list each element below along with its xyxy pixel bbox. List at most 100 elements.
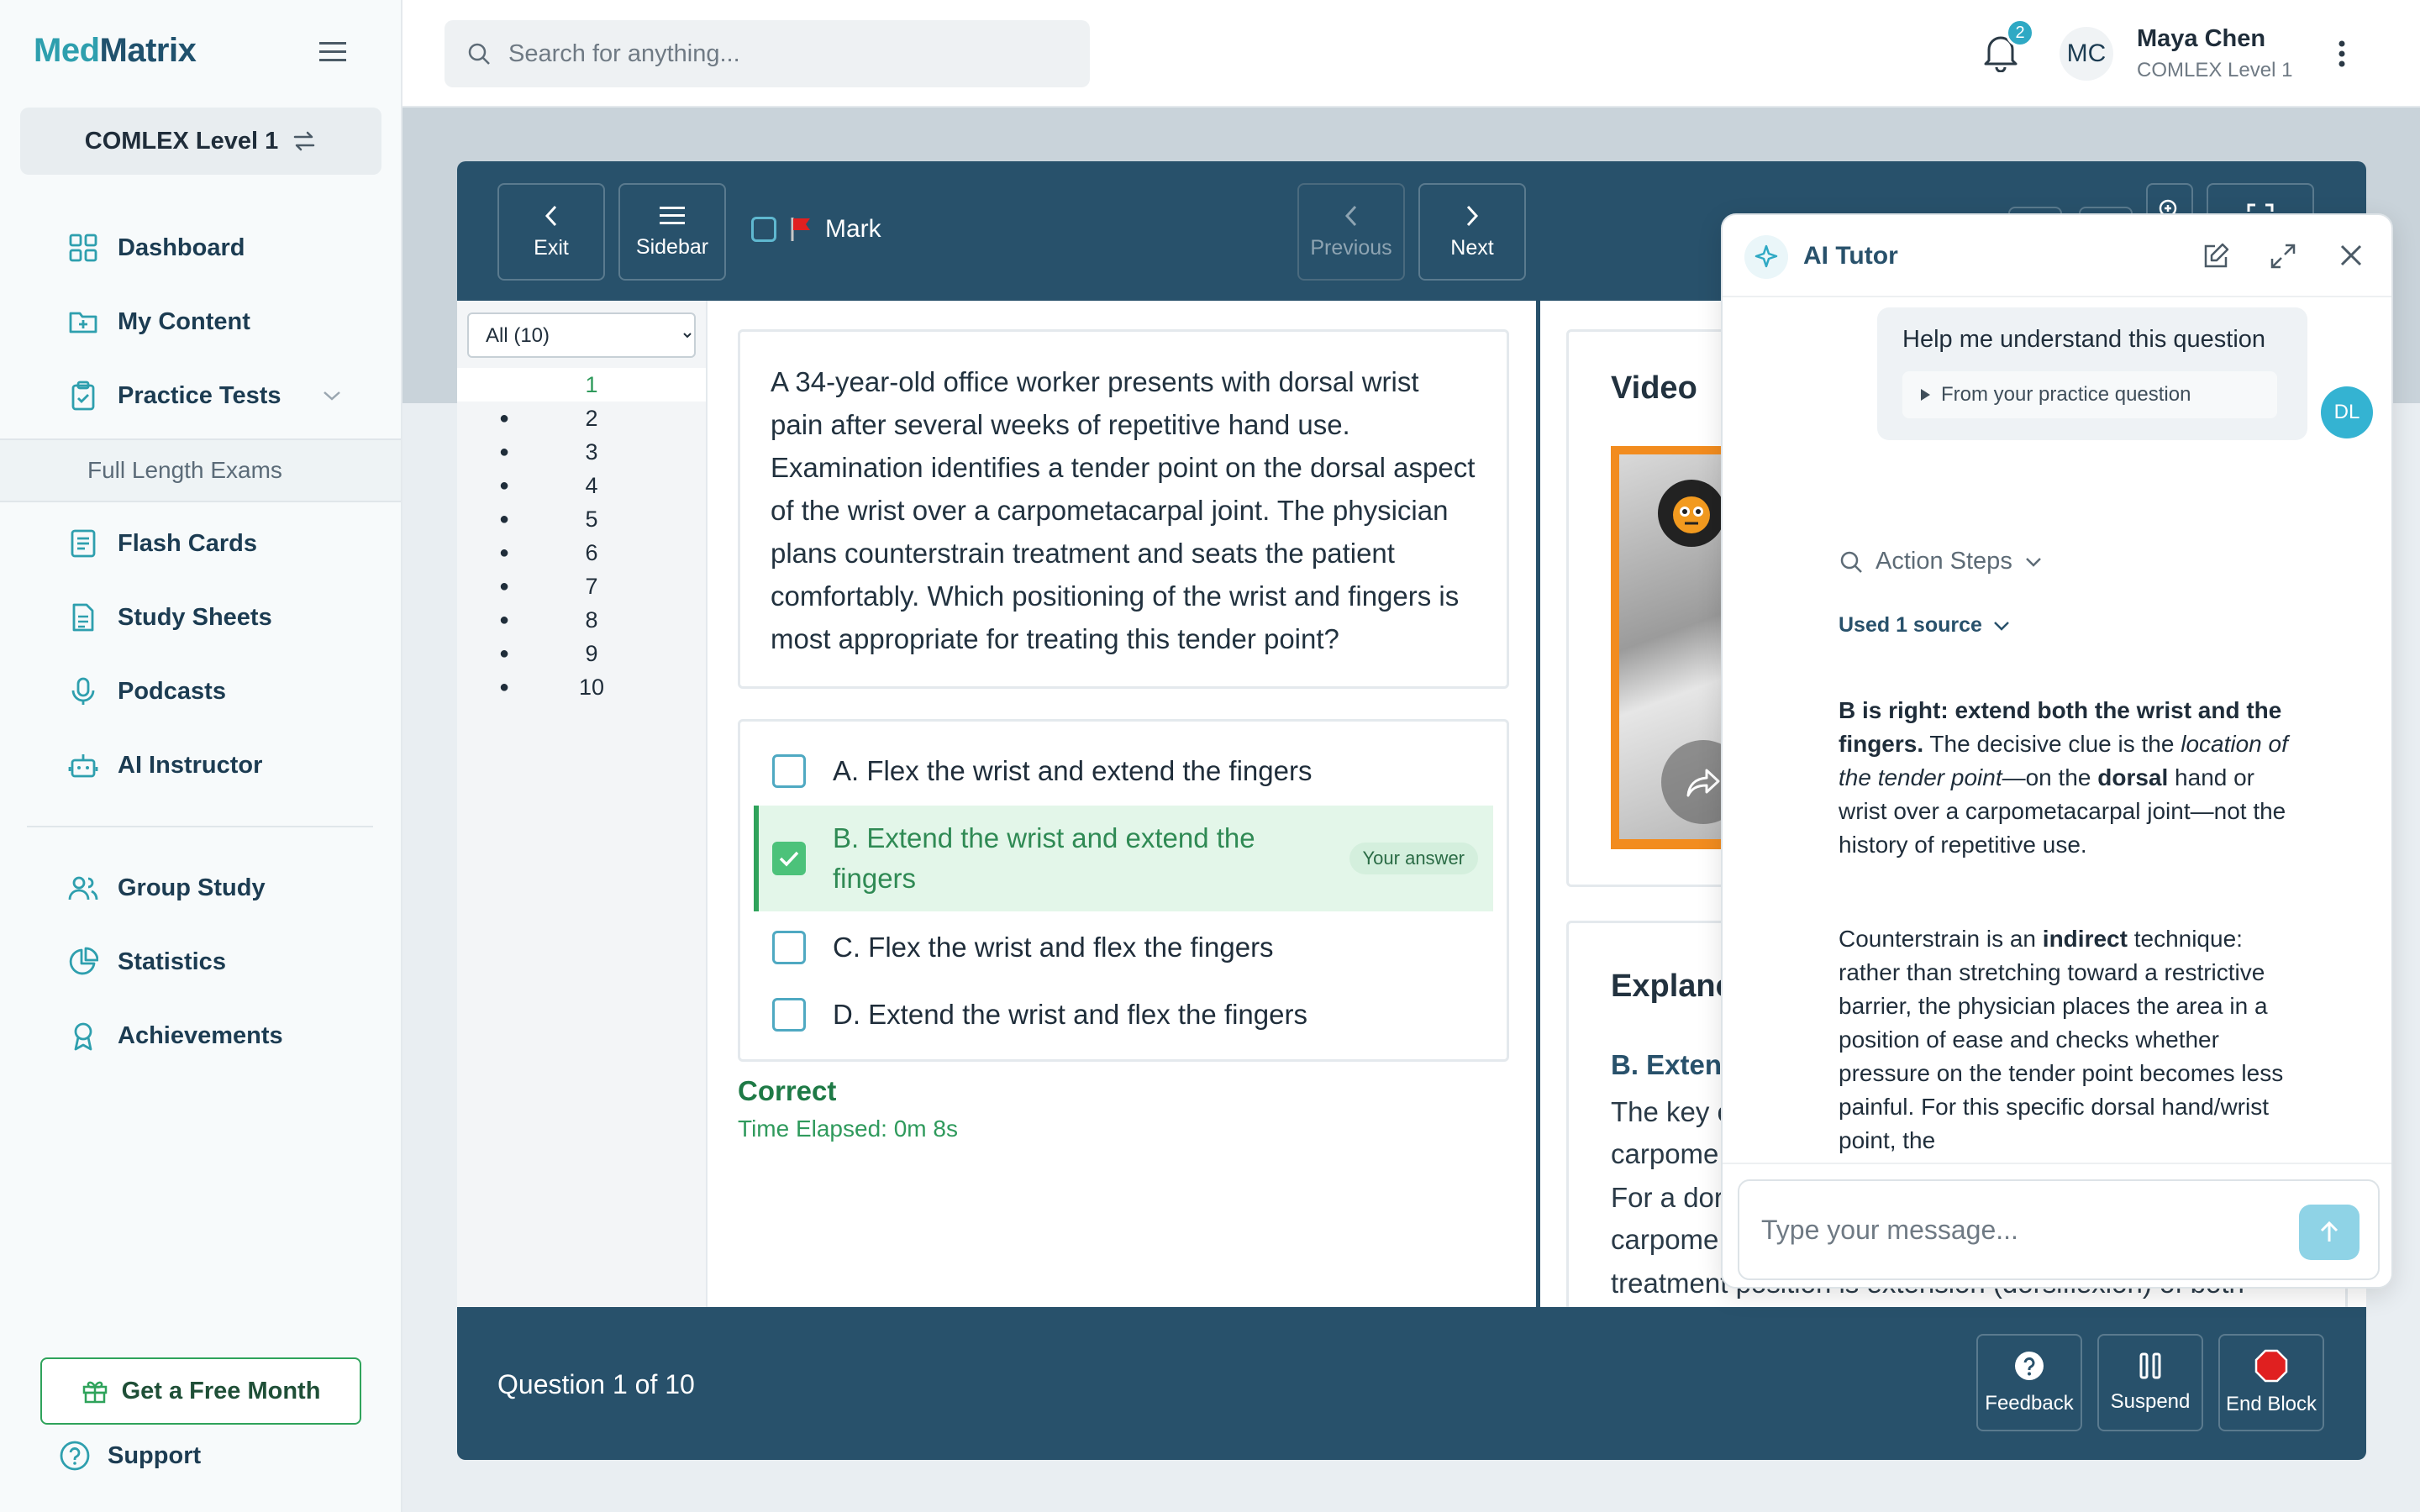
suspend-button[interactable]: Suspend (2097, 1334, 2203, 1431)
user-message-bubble: Help me understand this question From yo… (1877, 307, 2307, 440)
chevron-left-icon (1343, 204, 1360, 228)
exam-switch-button[interactable]: COMLEX Level 1 (20, 108, 381, 175)
question-nav-item[interactable]: ● 7 (457, 570, 706, 603)
question-nav-item[interactable]: ● 6 (457, 536, 706, 570)
search-bar[interactable] (445, 20, 1090, 87)
pane-splitter[interactable] (1536, 301, 1540, 1307)
document-icon (67, 601, 99, 633)
sidebar-item-ai-instructor[interactable]: AI Instructor (67, 749, 262, 781)
menu-icon (660, 205, 685, 227)
response-bold: dorsal (2097, 764, 2169, 790)
answer-choice-c[interactable]: C. Flex the wrist and flex the fingers (754, 918, 1493, 977)
sidebar-item-dashboard[interactable]: Dashboard (67, 232, 245, 264)
search-input[interactable] (508, 39, 1063, 68)
message-box[interactable] (1738, 1179, 2380, 1280)
question-filter-select[interactable]: All (10) (467, 312, 696, 358)
sidebar-item-flash-cards[interactable]: Flash Cards (67, 528, 257, 559)
question-nav-item[interactable]: ● 8 (457, 603, 706, 637)
robot-icon (67, 749, 99, 781)
sidebar-toggle-button[interactable]: Sidebar (618, 183, 726, 281)
chevron-down-icon[interactable] (322, 389, 342, 402)
feedback-label: Feedback (1985, 1392, 2074, 1415)
clipboard-icon (67, 380, 99, 412)
app-logo[interactable]: MedMatrix (34, 32, 197, 70)
avatar[interactable]: MC (2060, 27, 2113, 81)
question-number: 7 (585, 573, 598, 599)
feedback-button[interactable]: Feedback (1976, 1334, 2082, 1431)
next-button[interactable]: Next (1418, 183, 1526, 281)
question-nav-item[interactable]: ● 9 (457, 637, 706, 670)
edit-icon[interactable] (2202, 242, 2230, 270)
bullet-icon: ● (499, 543, 510, 562)
question-nav-item[interactable]: ● 2 (457, 402, 706, 435)
answer-choice-a[interactable]: A. Flex the wrist and extend the fingers (754, 742, 1493, 801)
sidebar-item-label: My Content (118, 307, 250, 335)
answer-checkbox-checked[interactable] (772, 842, 806, 875)
chevron-down-icon (2024, 556, 2043, 568)
sidebar: MedMatrix COMLEX Level 1 Dashboard My Co… (0, 0, 402, 1512)
send-button[interactable] (2299, 1205, 2360, 1260)
top-bar: 2 MC Maya Chen COMLEX Level 1 (402, 0, 2420, 108)
help-circle-icon (59, 1440, 91, 1472)
sidebar-subitem-full-length-exams[interactable]: Full Length Exams (0, 438, 401, 502)
bullet-icon: ● (499, 475, 510, 495)
user-name: Maya Chen (2137, 25, 2266, 52)
action-steps-toggle[interactable]: Action Steps (1839, 548, 2043, 575)
previous-button[interactable]: Previous (1297, 183, 1405, 281)
bullet-icon: ● (499, 576, 510, 596)
bullet-icon: ● (499, 610, 510, 629)
sidebar-item-practice-tests[interactable]: Practice Tests (67, 380, 342, 412)
answer-checkbox[interactable] (772, 754, 806, 788)
previous-label: Previous (1310, 235, 1392, 260)
question-nav-item[interactable]: ● 10 (457, 670, 706, 704)
answer-choice-b[interactable]: B. Extend the wrist and extend the finge… (754, 806, 1493, 911)
sidebar-subitem-label: Full Length Exams (87, 457, 282, 483)
bullet-icon: ● (499, 408, 510, 428)
question-number: 2 (585, 405, 598, 431)
more-vertical-icon[interactable] (2337, 37, 2347, 71)
mark-checkbox-box[interactable] (751, 217, 776, 242)
sidebar-item-label: Statistics (118, 948, 226, 975)
pause-icon (2138, 1352, 2163, 1380)
sidebar-item-study-sheets[interactable]: Study Sheets (67, 601, 272, 633)
sidebar-item-group-study[interactable]: Group Study (67, 872, 266, 904)
tutor-response-paragraph: Counterstrain is an indirect technique: … (1839, 922, 2309, 1158)
message-input[interactable] (1761, 1214, 2299, 1246)
exit-button[interactable]: Exit (497, 183, 605, 281)
source-chip[interactable]: From your practice question (1902, 371, 2277, 418)
flag-icon (788, 216, 813, 243)
sidebar-item-label: Achievements (118, 1021, 283, 1049)
close-icon[interactable] (2338, 242, 2365, 269)
menu-icon[interactable] (319, 40, 348, 64)
used-source-toggle[interactable]: Used 1 source (1839, 613, 2011, 638)
sidebar-item-achievements[interactable]: Achievements (67, 1020, 283, 1052)
sidebar-item-label: Study Sheets (118, 603, 272, 631)
question-nav-item[interactable]: ● 3 (457, 435, 706, 469)
sidebar-item-podcasts[interactable]: Podcasts (67, 675, 226, 707)
sidebar-item-my-content[interactable]: My Content (67, 306, 250, 338)
support-label: Support (108, 1441, 202, 1469)
answer-checkbox[interactable] (772, 931, 806, 964)
end-block-button[interactable]: End Block (2218, 1334, 2324, 1431)
action-steps-label: Action Steps (1876, 548, 2012, 575)
question-nav-item[interactable]: ● 4 (457, 469, 706, 502)
swap-icon (292, 129, 317, 154)
question-nav-item[interactable]: 1 (457, 368, 706, 402)
expand-icon[interactable] (2269, 242, 2297, 270)
caret-right-icon (1919, 388, 1931, 402)
question-number: 10 (578, 674, 605, 700)
question-nav-item[interactable]: ● 5 (457, 502, 706, 536)
sidebar-item-statistics[interactable]: Statistics (67, 946, 226, 978)
answer-choice-d[interactable]: D. Extend the wrist and flex the fingers (754, 985, 1493, 1044)
get-free-month-button[interactable]: Get a Free Month (40, 1357, 361, 1425)
bullet-icon: ● (499, 643, 510, 663)
mark-checkbox[interactable]: Mark (751, 215, 881, 244)
time-elapsed: Time Elapsed: 0m 8s (738, 1116, 958, 1142)
answer-checkbox[interactable] (772, 998, 806, 1032)
your-answer-badge: Your answer (1349, 843, 1478, 874)
award-icon (67, 1020, 99, 1052)
users-icon (67, 872, 99, 904)
support-link[interactable]: Support (59, 1440, 201, 1472)
ai-tutor-input-area (1723, 1163, 2391, 1287)
search-icon (1839, 549, 1864, 575)
